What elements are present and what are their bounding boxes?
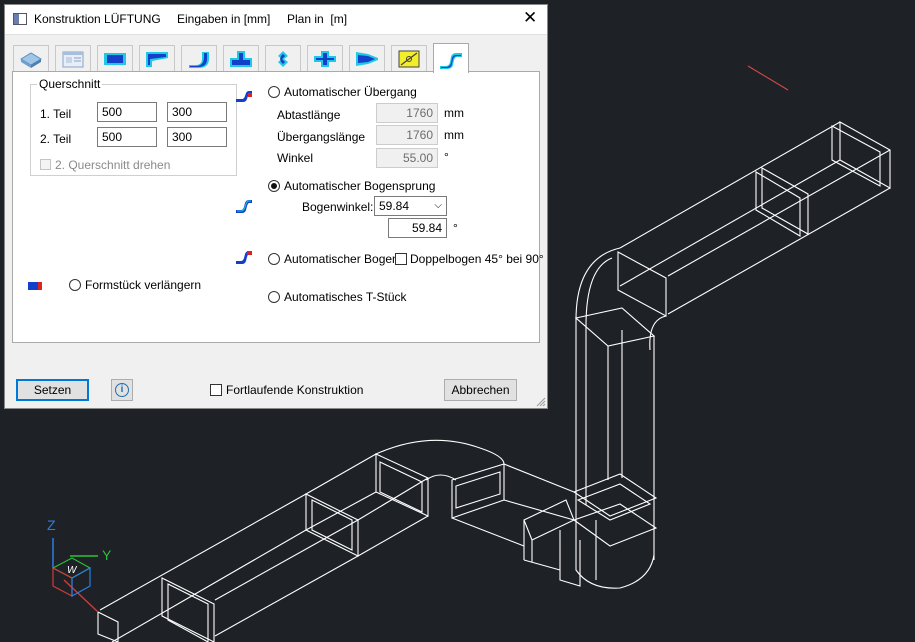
abbrechen-button[interactable]: Abbrechen xyxy=(444,379,517,401)
title-bar: Konstruktion LÜFTUNG Eingaben in [mm] Pl… xyxy=(5,5,547,35)
uebergangslaenge-field[interactable]: 1760 xyxy=(376,125,438,145)
formstueck-radio[interactable] xyxy=(69,279,81,291)
winkel-field[interactable]: 55.00 xyxy=(376,148,438,168)
reducer-icon xyxy=(146,52,168,67)
rotate-section-label: 2. Querschnitt drehen xyxy=(55,158,171,172)
units-input-label: Eingaben in [mm] xyxy=(177,12,271,26)
uebergang-label: Automatischer Übergang xyxy=(284,85,417,99)
app-window-icon xyxy=(13,13,27,25)
form-sheet-icon xyxy=(62,51,84,68)
bogenwinkel-selected: 59.84 xyxy=(379,199,410,213)
units-plan-label: Plan in [m] xyxy=(287,12,348,26)
bogen-radio[interactable] xyxy=(268,253,280,265)
uebergangslaenge-label: Übergangslänge xyxy=(277,130,366,144)
bogen-row-icon xyxy=(236,251,252,264)
auto-construction-panel: Querschnitt 1. Teil 500 300 2. Teil 500 … xyxy=(12,71,544,343)
ucs-y-label: Y xyxy=(102,547,112,563)
ucs-w-label: W xyxy=(67,565,78,576)
tab-transition[interactable] xyxy=(349,45,385,72)
ucs-z-label: Z xyxy=(47,517,56,533)
winkel-label: Winkel xyxy=(277,151,314,165)
uebergangslaenge-unit: mm xyxy=(444,128,464,142)
tstueck-label: Automatisches T-Stück xyxy=(284,290,407,304)
damper-icon xyxy=(398,50,420,68)
t-piece-icon xyxy=(230,51,252,67)
bogenwinkel-field[interactable]: 59.84 xyxy=(388,218,447,238)
bogensprung-label: Automatischer Bogensprung xyxy=(284,179,436,193)
cross-piece-icon xyxy=(314,51,336,67)
tab-reducer[interactable] xyxy=(139,45,175,72)
tab-duct-block[interactable] xyxy=(13,45,49,72)
resize-grip-icon[interactable] xyxy=(536,397,546,407)
duct-block-icon xyxy=(20,52,42,68)
tstueck-radio[interactable] xyxy=(268,291,280,303)
info-button[interactable]: i xyxy=(111,379,133,401)
bogen-label: Automatischer Bogen xyxy=(284,252,399,266)
bend-icon xyxy=(189,52,209,68)
teil2-label: 2. Teil xyxy=(40,132,72,146)
doppelbogen-label: Doppelbogen 45° bei 90° xyxy=(410,252,544,266)
setzen-button[interactable]: Setzen xyxy=(16,379,89,401)
teil1-label: 1. Teil xyxy=(40,107,72,121)
chevron-down-icon: ⌵ xyxy=(434,200,442,211)
teil2-height-field[interactable]: 300 xyxy=(167,127,227,147)
tab-auto-construction[interactable] xyxy=(433,43,469,73)
formstueck-label: Formstück verlängern xyxy=(85,278,202,292)
bogensprung-radio[interactable] xyxy=(268,180,280,192)
fortlaufend-label: Fortlaufende Konstruktion xyxy=(226,383,364,397)
info-icon: i xyxy=(115,383,129,397)
bogenwinkel-label: Bogenwinkel: xyxy=(302,200,374,214)
konstruktion-dialog: Konstruktion LÜFTUNG Eingaben in [mm] Pl… xyxy=(4,4,548,409)
teil2-width-field[interactable]: 500 xyxy=(97,127,157,147)
tab-t-piece[interactable] xyxy=(223,45,259,72)
teil1-width-field[interactable]: 500 xyxy=(97,102,157,122)
querschnitt-title: Querschnitt xyxy=(37,77,103,91)
fortlaufend-checkbox[interactable] xyxy=(210,384,222,396)
tab-form-sheet[interactable] xyxy=(55,45,91,72)
rotate-section-checkbox[interactable] xyxy=(40,159,51,170)
abtast-unit: mm xyxy=(444,106,464,120)
bogenwinkel-select[interactable]: 59.84 ⌵ xyxy=(374,196,447,216)
abtast-label: Abtastlänge xyxy=(277,108,341,122)
close-button[interactable]: ✕ xyxy=(523,9,537,27)
tab-cross-piece[interactable] xyxy=(307,45,343,72)
tab-bend[interactable] xyxy=(181,45,217,72)
window-title: Konstruktion LÜFTUNG xyxy=(34,12,161,26)
abtast-field[interactable]: 1760 xyxy=(376,103,438,123)
teil1-height-field[interactable]: 300 xyxy=(167,102,227,122)
tab-offset[interactable] xyxy=(265,45,301,72)
straight-duct-icon xyxy=(104,53,126,65)
bogensprung-row-icon xyxy=(236,200,252,213)
transition-icon xyxy=(356,52,378,66)
querschnitt-group: Querschnitt 1. Teil 500 300 2. Teil 500 … xyxy=(30,77,237,176)
doppelbogen-checkbox[interactable] xyxy=(395,253,407,265)
offset-icon xyxy=(278,51,288,67)
auto-construction-icon xyxy=(440,52,462,69)
winkel-unit: ° xyxy=(444,150,449,164)
tab-damper[interactable] xyxy=(391,45,427,72)
uebergang-radio[interactable] xyxy=(268,86,280,98)
formstueck-row-icon xyxy=(28,282,42,290)
bogenwinkel-unit: ° xyxy=(453,221,458,235)
tab-straight-duct[interactable] xyxy=(97,45,133,72)
uebergang-row-icon xyxy=(236,91,252,102)
